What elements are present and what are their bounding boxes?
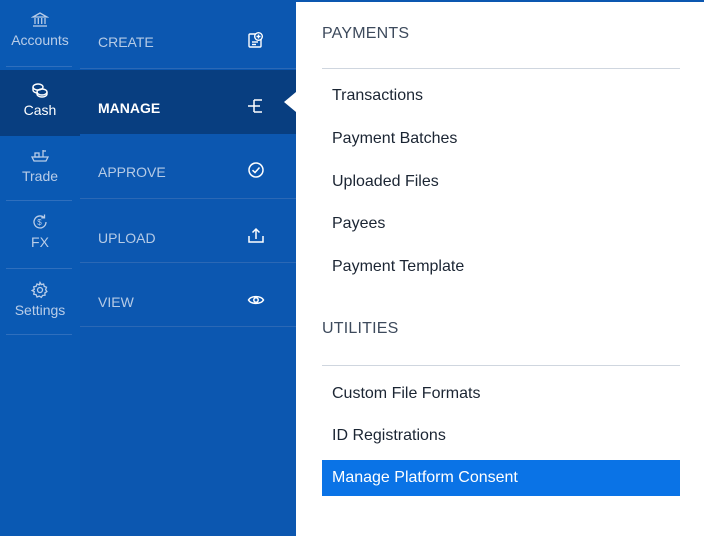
- menu-item-label: APPROVE: [98, 164, 166, 180]
- divider: [322, 68, 680, 69]
- hierarchy-icon: [244, 94, 268, 118]
- rail-item-label: Trade: [21, 168, 59, 184]
- menu-item-label: MANAGE: [98, 100, 161, 116]
- divider: [322, 365, 680, 366]
- divider: [80, 262, 296, 263]
- link-manage-platform-consent[interactable]: Manage Platform Consent: [322, 460, 680, 496]
- primary-nav-rail: Accounts Cash Trade $ FX Settings: [0, 0, 80, 536]
- divider: [6, 66, 72, 67]
- svg-text:$: $: [37, 218, 42, 227]
- link-custom-file-formats[interactable]: Custom File Formats: [322, 376, 680, 412]
- menu-item-create[interactable]: CREATE: [80, 4, 296, 68]
- divider: [80, 326, 296, 327]
- rail-item-accounts[interactable]: Accounts: [0, 0, 80, 66]
- menu-item-label: CREATE: [98, 34, 154, 50]
- rail-item-label: FX: [31, 234, 49, 250]
- menu-item-label: UPLOAD: [98, 230, 156, 246]
- divider: [6, 200, 72, 201]
- menu-item-approve[interactable]: APPROVE: [80, 134, 296, 198]
- rail-item-settings[interactable]: Settings: [0, 270, 80, 336]
- divider: [80, 198, 296, 199]
- divider: [6, 268, 72, 269]
- section-title-utilities: UTILITIES: [322, 320, 399, 337]
- rail-item-label: Settings: [14, 302, 66, 318]
- link-transactions[interactable]: Transactions: [322, 78, 680, 114]
- menu-item-label: VIEW: [98, 294, 134, 310]
- divider: [80, 68, 296, 69]
- coins-icon: [0, 80, 80, 100]
- gear-icon: [0, 280, 80, 300]
- secondary-nav-menu: CREATE MANAGE APPROVE UPLOAD VIEW: [80, 0, 296, 536]
- link-id-registrations[interactable]: ID Registrations: [322, 418, 680, 454]
- link-payment-template[interactable]: Payment Template: [322, 249, 680, 285]
- rail-item-cash[interactable]: Cash: [0, 70, 80, 136]
- link-payment-batches[interactable]: Payment Batches: [322, 121, 680, 157]
- rail-item-fx[interactable]: $ FX: [0, 202, 80, 268]
- currency-exchange-icon: $: [0, 212, 80, 232]
- menu-item-view[interactable]: VIEW: [80, 264, 296, 328]
- top-border: [296, 0, 704, 2]
- check-circle-icon: [244, 158, 268, 182]
- section-title-payments: PAYMENTS: [322, 25, 410, 42]
- link-uploaded-files[interactable]: Uploaded Files: [322, 164, 680, 200]
- active-indicator-arrow: [284, 92, 296, 112]
- ship-icon: [0, 146, 80, 166]
- rail-item-label: Accounts: [11, 32, 69, 48]
- menu-item-upload[interactable]: UPLOAD: [80, 200, 296, 264]
- upload-icon: [244, 224, 268, 248]
- link-payees[interactable]: Payees: [322, 206, 680, 242]
- menu-item-manage[interactable]: MANAGE: [80, 70, 296, 134]
- eye-icon: [244, 288, 268, 312]
- rail-item-trade[interactable]: Trade: [0, 136, 80, 202]
- rail-item-label: Cash: [23, 102, 57, 118]
- divider: [6, 334, 72, 335]
- bank-icon: [0, 10, 80, 30]
- add-document-icon: [244, 28, 268, 52]
